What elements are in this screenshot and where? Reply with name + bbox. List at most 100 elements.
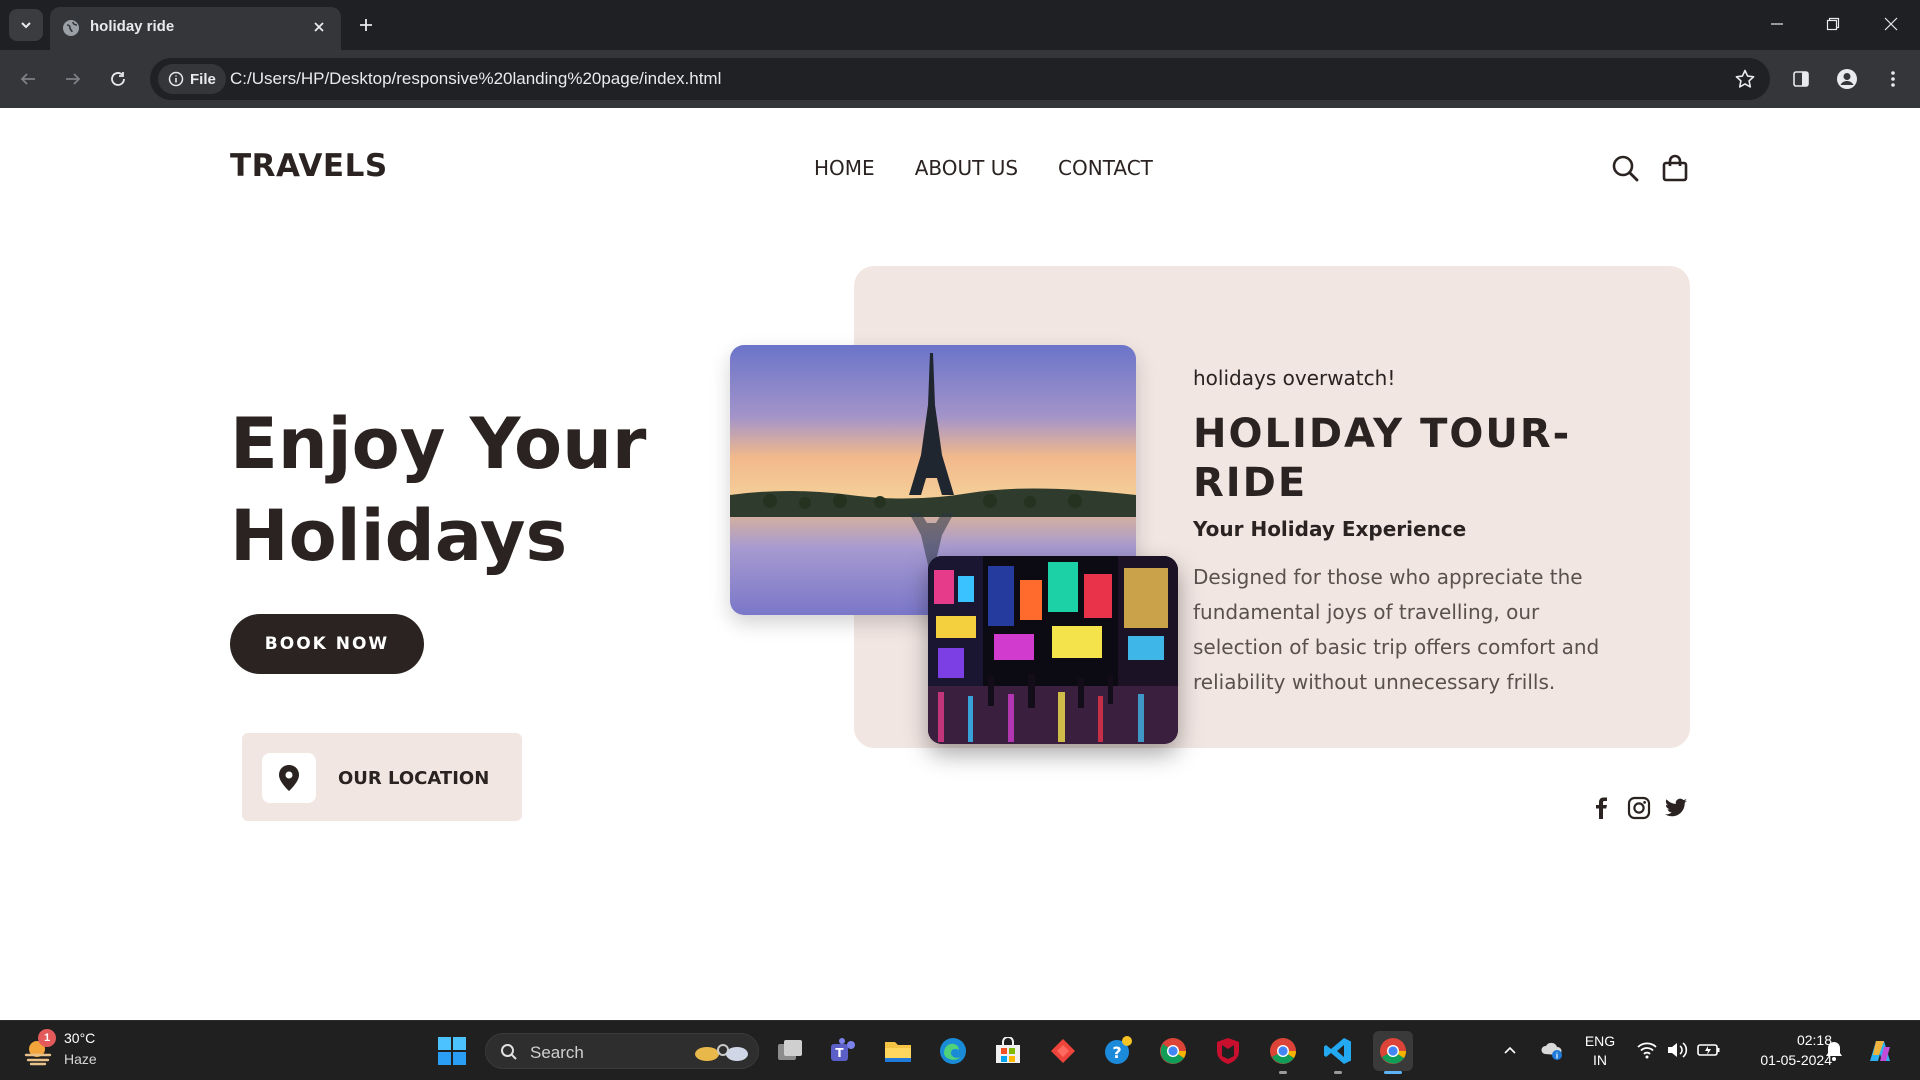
browser-tab[interactable]: holiday ride	[50, 7, 341, 50]
anydesk-app[interactable]	[1043, 1031, 1083, 1071]
new-tab-button[interactable]	[352, 11, 380, 39]
close-icon	[1884, 17, 1898, 31]
taskbar-search[interactable]: Search	[485, 1033, 759, 1069]
store-icon	[996, 1037, 1020, 1063]
instagram-icon[interactable]	[1627, 796, 1651, 820]
svg-text:i: i	[1556, 1052, 1558, 1061]
profile-button[interactable]	[1833, 65, 1861, 93]
facebook-icon[interactable]	[1590, 796, 1614, 820]
url-text[interactable]: C:/Users/HP/Desktop/responsive%20landing…	[230, 69, 721, 89]
nav-home[interactable]: HOME	[814, 156, 875, 180]
side-panel-button[interactable]	[1787, 65, 1815, 93]
vscode-icon	[1324, 1038, 1351, 1064]
back-button[interactable]	[14, 65, 42, 93]
weather-notification-badge: 1	[38, 1029, 56, 1047]
clock-time[interactable]: 02:18	[1732, 1032, 1832, 1048]
card-subtitle: Your Holiday Experience	[1193, 517, 1467, 541]
map-pin-icon	[279, 765, 299, 791]
tab-close-button[interactable]	[309, 17, 329, 37]
language-indicator-bottom[interactable]: IN	[1582, 1052, 1618, 1068]
shopping-bag-icon[interactable]	[1660, 153, 1690, 183]
menu-button[interactable]	[1879, 65, 1907, 93]
chevron-up-icon[interactable]	[1502, 1042, 1518, 1058]
restore-icon	[1826, 17, 1840, 31]
minimize-button[interactable]	[1762, 10, 1792, 38]
plus-icon	[360, 19, 372, 31]
arrow-left-icon	[20, 73, 35, 85]
browser-tab-strip: holiday ride	[0, 0, 1920, 50]
clock-date[interactable]: 01-05-2024	[1732, 1052, 1832, 1068]
tab-title: holiday ride	[90, 18, 175, 35]
mcafee-shield-icon	[1217, 1038, 1239, 1064]
weather-temperature[interactable]: 30°C	[64, 1030, 95, 1046]
close-window-button[interactable]	[1876, 10, 1906, 38]
twitter-icon[interactable]	[1664, 796, 1688, 820]
chip-label: File	[190, 70, 216, 88]
globe-icon	[63, 20, 79, 36]
chevron-down-icon	[21, 22, 31, 29]
file-explorer-app[interactable]	[878, 1031, 918, 1071]
battery-icon[interactable]	[1697, 1041, 1721, 1059]
chrome-app-2[interactable]	[1263, 1031, 1303, 1074]
info-icon	[168, 71, 184, 87]
reload-button[interactable]	[104, 65, 132, 93]
bookmark-star-icon[interactable]	[1734, 68, 1756, 90]
volume-icon[interactable]	[1666, 1040, 1688, 1060]
teams-app[interactable]: T	[823, 1031, 863, 1071]
store-app[interactable]	[988, 1031, 1028, 1071]
address-bar[interactable]: File C:/Users/HP/Desktop/responsive%20la…	[150, 58, 1770, 100]
site-logo[interactable]: TRAVELS	[230, 148, 388, 184]
web-page: TRAVELS HOME ABOUT US CONTACT Enjoy Your…	[0, 108, 1920, 1020]
language-indicator-top[interactable]: ENG	[1582, 1033, 1618, 1049]
svg-text:?: ?	[1112, 1043, 1121, 1062]
city-night-image	[928, 556, 1178, 744]
arrow-right-icon	[66, 73, 81, 85]
copilot-icon[interactable]	[1864, 1035, 1896, 1067]
kebab-menu-icon	[1891, 71, 1895, 87]
side-panel-icon	[1793, 71, 1809, 87]
main-nav: HOME ABOUT US CONTACT	[814, 156, 1153, 180]
chrome-app-active[interactable]	[1373, 1031, 1413, 1074]
search-icon	[501, 1044, 517, 1060]
close-icon	[314, 22, 324, 32]
chrome-icon	[1270, 1038, 1297, 1064]
location-icon-tile	[262, 753, 316, 803]
card-description: Designed for those who appreciate the fu…	[1193, 565, 1600, 694]
edge-icon	[940, 1038, 966, 1064]
forward-button[interactable]	[59, 65, 87, 93]
search-highlight-icon	[695, 1044, 748, 1061]
help-app[interactable]: ?	[1098, 1031, 1138, 1071]
site-info-chip[interactable]: File	[158, 64, 226, 94]
notification-bell-icon[interactable]	[1824, 1040, 1844, 1062]
our-location-box[interactable]: OUR LOCATION	[242, 733, 522, 821]
times-square-photo	[928, 556, 1178, 744]
vscode-app[interactable]	[1318, 1031, 1358, 1074]
search-icon[interactable]	[1610, 153, 1640, 183]
profile-icon	[1837, 69, 1857, 89]
hero-title-line-1: Enjoy Your	[230, 403, 647, 485]
chrome-app-1[interactable]	[1153, 1031, 1193, 1071]
active-indicator	[1384, 1071, 1402, 1074]
wifi-icon[interactable]	[1636, 1040, 1658, 1060]
card-title: HOLIDAY TOUR-RIDE	[1193, 411, 1572, 506]
browser-toolbar: File C:/Users/HP/Desktop/responsive%20la…	[0, 50, 1920, 108]
task-view-button[interactable]	[770, 1031, 810, 1071]
nav-contact[interactable]: CONTACT	[1058, 156, 1153, 180]
weather-condition[interactable]: Haze	[64, 1051, 97, 1067]
folder-icon	[885, 1042, 911, 1062]
hero-title: Enjoy Your Holidays	[230, 398, 710, 582]
our-location-label: OUR LOCATION	[338, 768, 490, 789]
tab-search-button[interactable]	[9, 9, 43, 41]
nav-about-us[interactable]: ABOUT US	[915, 156, 1018, 180]
book-now-button[interactable]: BOOK NOW	[230, 614, 424, 674]
restore-button[interactable]	[1818, 10, 1848, 38]
reload-icon	[111, 72, 125, 86]
task-view-icon	[778, 1040, 802, 1060]
running-indicator	[1279, 1071, 1287, 1074]
onedrive-icon[interactable]: i	[1540, 1039, 1564, 1061]
hero-title-line-2: Holidays	[230, 495, 568, 577]
mcafee-app[interactable]	[1208, 1031, 1248, 1071]
edge-app[interactable]	[933, 1031, 973, 1071]
teams-icon: T	[831, 1038, 855, 1061]
start-button[interactable]	[432, 1031, 472, 1071]
